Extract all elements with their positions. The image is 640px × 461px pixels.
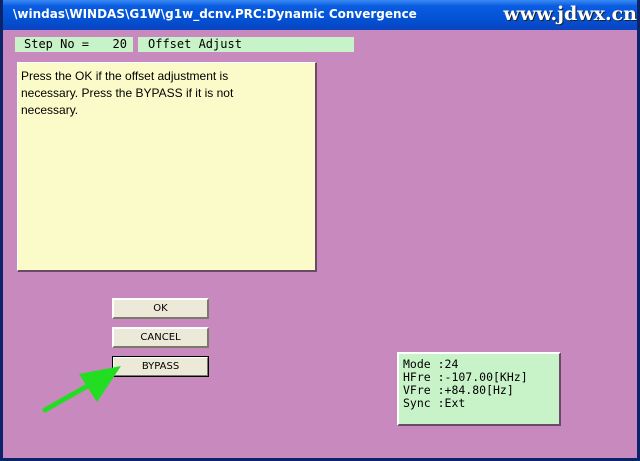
title-bar[interactable]: \windas\WINDAS\G1W\g1w_dcnv.PRC:Dynamic … bbox=[3, 0, 637, 30]
step-name-box: Offset Adjust bbox=[138, 37, 354, 52]
window-title: \windas\WINDAS\G1W\g1w_dcnv.PRC:Dynamic … bbox=[13, 7, 417, 21]
instruction-message: Press the OK if the offset adjustment is… bbox=[21, 69, 234, 117]
step-label: Step No = bbox=[24, 37, 90, 51]
ok-button[interactable]: OK bbox=[112, 298, 209, 319]
step-name: Offset Adjust bbox=[148, 37, 242, 51]
step-number: 20 bbox=[112, 37, 127, 51]
green-arrow-icon bbox=[42, 366, 121, 413]
watermark-text: www.jdwx.cn bbox=[503, 3, 637, 25]
status-sync: Sync :Ext bbox=[403, 396, 466, 410]
instruction-message-box: Press the OK if the offset adjustment is… bbox=[17, 62, 317, 272]
dynamic-convergence-window: \windas\WINDAS\G1W\g1w_dcnv.PRC:Dynamic … bbox=[0, 0, 640, 461]
signal-status-panel: Mode :24 HFre :-107.00[KHz] VFre :+84.80… bbox=[397, 352, 561, 426]
step-number-box: Step No = 20 bbox=[15, 37, 133, 52]
cancel-button[interactable]: CANCEL bbox=[112, 327, 209, 348]
